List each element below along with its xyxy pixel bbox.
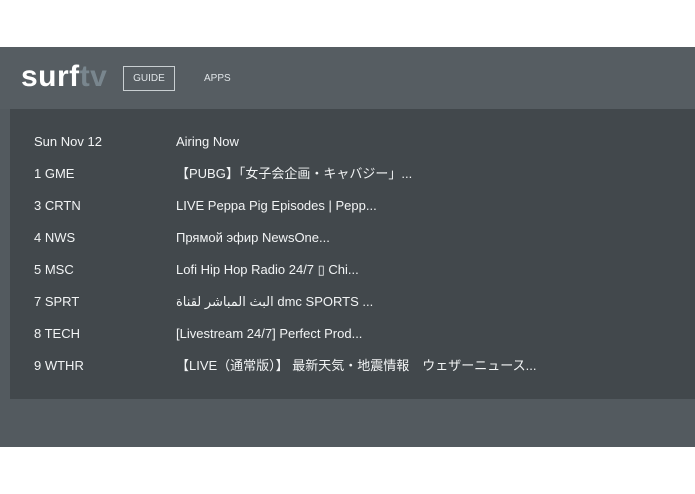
program-title: 【PUBG】「女子会企画・キャバジー」... xyxy=(176,166,413,181)
program-title: LIVE Peppa Pig Episodes | Pepp... xyxy=(176,198,377,213)
guide-row[interactable]: 1 GME 【PUBG】「女子会企画・キャバジー」... xyxy=(10,158,695,190)
program-title: Lofi Hip Hop Radio 24/7 ▯ Chi... xyxy=(176,262,359,277)
channel-number: 8 TECH xyxy=(34,326,80,341)
surftv-app: surftv GUIDE APPS Sun Nov 12 Airing Now … xyxy=(0,47,695,447)
channel-number: 7 SPRT xyxy=(34,294,80,309)
program-title: 【LIVE（通常版）】 最新天気・地震情報 ウェザーニュース... xyxy=(176,358,537,373)
logo-surf-text: surf xyxy=(21,60,80,93)
channel-number: 9 WTHR xyxy=(34,358,84,373)
program-title: Прямой эфир NewsOne... xyxy=(176,230,330,245)
program-title: [Livestream 24/7] Perfect Prod... xyxy=(176,326,363,341)
channel-number: 1 GME xyxy=(34,166,75,181)
channel-number: 4 NWS xyxy=(34,230,76,245)
program-title: البث المباشر لقناة dmc SPORTS ... xyxy=(176,294,374,309)
guide-row[interactable]: 4 NWS Прямой эфир NewsOne... xyxy=(10,222,695,254)
channel-number: 3 CRTN xyxy=(34,198,81,213)
surftv-logo: surftv xyxy=(21,60,107,94)
guide-row[interactable]: 5 MSC Lofi Hip Hop Radio 24/7 ▯ Chi... xyxy=(10,254,695,286)
nav-apps-tab[interactable]: APPS xyxy=(204,66,231,91)
guide-row[interactable]: 3 CRTN LIVE Peppa Pig Episodes | Pepp... xyxy=(10,190,695,222)
nav-guide-tab[interactable]: GUIDE xyxy=(123,66,175,91)
top-bar: surftv GUIDE APPS xyxy=(0,47,695,109)
guide-header-row: Sun Nov 12 Airing Now xyxy=(10,126,695,158)
airing-now-label: Airing Now xyxy=(176,134,239,149)
program-guide: Sun Nov 12 Airing Now 1 GME 【PUBG】「女子会企画… xyxy=(10,109,695,399)
logo-tv-text: tv xyxy=(79,60,108,93)
guide-row[interactable]: 9 WTHR 【LIVE（通常版）】 最新天気・地震情報 ウェザーニュース... xyxy=(10,350,695,382)
guide-row[interactable]: 7 SPRT البث المباشر لقناة dmc SPORTS ... xyxy=(10,286,695,318)
guide-date: Sun Nov 12 xyxy=(34,134,102,149)
guide-row[interactable]: 8 TECH [Livestream 24/7] Perfect Prod... xyxy=(10,318,695,350)
channel-number: 5 MSC xyxy=(34,262,74,277)
